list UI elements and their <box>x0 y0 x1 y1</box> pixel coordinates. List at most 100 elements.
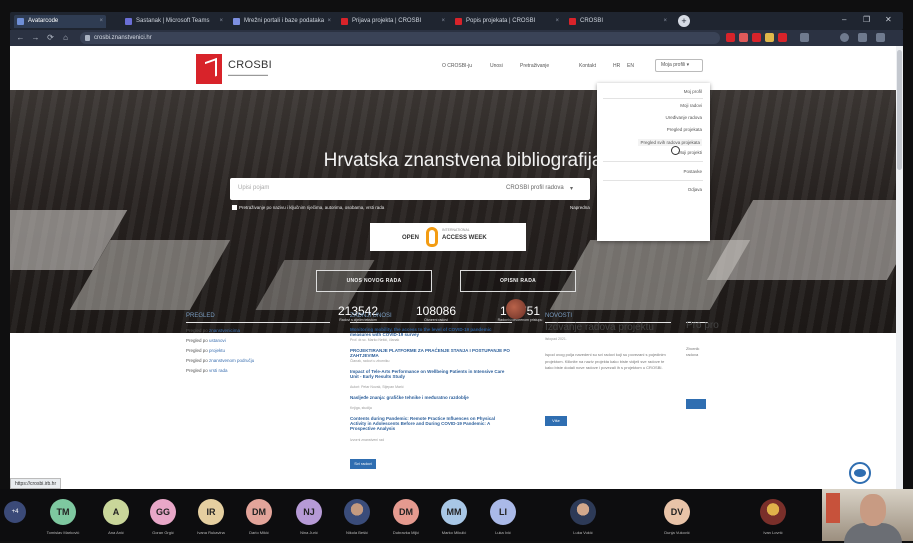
nav-item[interactable]: HR <box>613 63 620 69</box>
menu-item[interactable]: Moj profil <box>684 89 702 94</box>
mouse-cursor-icon <box>671 146 680 155</box>
extensions-puzzle-icon[interactable] <box>858 33 867 42</box>
menu-item[interactable]: Postavke <box>683 169 702 174</box>
participant-avatar[interactable]: TM <box>50 499 76 525</box>
side-card-button[interactable] <box>686 399 706 409</box>
nav-item[interactable]: O CROSBI-ju <box>442 63 472 69</box>
participant-name: Nina Jurić <box>300 530 318 535</box>
participant-photo[interactable] <box>570 499 596 525</box>
tab-close-icon[interactable]: × <box>99 15 103 28</box>
participant-name: Luka Ivić <box>495 530 511 535</box>
new-tab-icon[interactable]: + <box>678 15 690 27</box>
browser-tab[interactable]: CROSBI × <box>566 15 670 28</box>
section-divider <box>186 322 330 323</box>
new-entry-button[interactable]: UNOS NOVOG RADA <box>316 270 432 292</box>
tab-close-icon[interactable]: × <box>441 15 445 28</box>
nav-item[interactable]: Kontakt <box>579 63 596 69</box>
side-card-title[interactable]: Pro pro <box>686 320 719 332</box>
browse-link[interactable]: Pregled po projektu <box>186 348 225 353</box>
browse-link[interactable]: Pregled po znanstvenicima <box>186 328 240 333</box>
more-participants-button[interactable]: +4 <box>4 501 26 523</box>
participant-avatar[interactable]: DM <box>246 499 272 525</box>
participant-photo[interactable] <box>760 499 786 525</box>
browser-tab[interactable]: Prijava projekta | CROSBI × <box>338 15 448 28</box>
browser-tab[interactable]: Avatarcode × <box>14 15 106 28</box>
extension-icon[interactable] <box>752 33 761 42</box>
oa-open-text: OPEN <box>402 235 420 241</box>
browser-tab[interactable]: Sastanak | Microsoft Teams × <box>122 15 226 28</box>
nav-item[interactable]: Pretraživanje <box>520 63 549 69</box>
participant-avatar[interactable]: LI <box>490 499 516 525</box>
participant-avatar[interactable]: A <box>103 499 129 525</box>
menu-icon[interactable] <box>876 33 885 42</box>
forward-icon[interactable]: → <box>30 32 41 43</box>
search-hint[interactable]: Pretraživanje po nazivu i ključnim riječ… <box>232 205 384 211</box>
participant-photo[interactable] <box>344 499 370 525</box>
tab-close-icon[interactable]: × <box>663 15 667 28</box>
participant-avatar[interactable]: DM <box>393 499 419 525</box>
accessibility-icon[interactable] <box>849 462 871 484</box>
chevron-down-icon[interactable]: ▾ <box>570 185 573 192</box>
checkbox[interactable] <box>232 205 237 211</box>
menu-item[interactable]: Uređivanje radova <box>665 115 702 120</box>
close-window-icon[interactable]: ✕ <box>885 15 892 24</box>
search-scope-select[interactable]: CROSBI profil radova <box>506 185 564 191</box>
tab-close-icon[interactable]: × <box>555 15 559 28</box>
self-camera-preview[interactable] <box>822 489 913 543</box>
browse-link[interactable]: Pregled po ustanovi <box>186 338 226 343</box>
participant-name: Ivana Rukavina <box>197 530 225 535</box>
tab-close-icon[interactable]: × <box>327 15 331 28</box>
participant-avatar[interactable]: GG <box>150 499 176 525</box>
extension-icon[interactable] <box>739 33 748 42</box>
back-icon[interactable]: ← <box>15 32 26 43</box>
search-box: Upisi pojam CROSBI profil radova ▾ <box>230 178 590 200</box>
tab-favicon-icon <box>233 18 240 25</box>
globe-icon <box>506 299 526 319</box>
all-entries-button[interactable]: Svi radovi <box>350 459 376 469</box>
latest-entry-title[interactable]: Monitoring mobility, the access to the l… <box>350 327 512 337</box>
menu-item[interactable]: Odjava <box>688 187 702 192</box>
extension-icon[interactable] <box>800 33 809 42</box>
latest-entry-title[interactable]: Impact of Tele-Arts Performance on Wellb… <box>350 369 512 379</box>
scrollbar[interactable] <box>896 46 903 489</box>
crosbi-logo-icon[interactable] <box>196 54 222 84</box>
menu-item[interactable]: Pregled projekata <box>667 127 702 132</box>
reload-icon[interactable]: ⟳ <box>45 32 56 43</box>
address-bar[interactable]: crosbi.znanstvenici.hr <box>80 32 720 44</box>
latest-entry-title[interactable]: PROJEKTIRANJE PLATFORME ZA PRAĆENJE STAN… <box>350 348 512 358</box>
menu-item[interactable]: Moji radovi <box>680 103 702 108</box>
maximize-icon[interactable]: ❐ <box>863 15 870 24</box>
extension-icon[interactable] <box>778 33 787 42</box>
browse-link[interactable]: Pregled po znanstvenom području <box>186 358 254 363</box>
extension-icon[interactable] <box>726 33 735 42</box>
participant-name: Marko Mikulić <box>441 530 467 535</box>
latest-entry-title[interactable]: Contents during Pandemic: Remote Practic… <box>350 416 512 431</box>
browser-tab[interactable]: Popis projekata | CROSBI × <box>452 15 562 28</box>
user-menu-button[interactable]: Moja profili ▾ <box>655 59 703 72</box>
profile-icon[interactable] <box>840 33 849 42</box>
participant-avatar[interactable]: MM <box>441 499 467 525</box>
extension-icon[interactable] <box>765 33 774 42</box>
participant-avatar[interactable]: DV <box>664 499 690 525</box>
news-more-button[interactable]: Više <box>545 416 567 426</box>
advanced-search-link[interactable]: Napredna <box>570 205 590 210</box>
search-input[interactable]: Upisi pojam <box>238 185 269 191</box>
browser-tab[interactable]: Mrežni portali i baze podataka × <box>230 15 334 28</box>
home-icon[interactable]: ⌂ <box>60 32 71 43</box>
menu-item[interactable]: Moji projekti <box>678 150 702 155</box>
menu-item-highlighted[interactable]: Pregled svih radova projekata <box>638 139 702 146</box>
latest-entry-title[interactable]: Nasljeđe znanja: grafičke tehnike i među… <box>350 395 512 400</box>
participant-avatar[interactable]: IR <box>198 499 224 525</box>
scrollbar-thumb[interactable] <box>897 50 902 170</box>
participant-avatar[interactable]: NJ <box>296 499 322 525</box>
nav-item[interactable]: Unosi <box>490 63 503 69</box>
news-heading[interactable]: Izdvanje radova projektu <box>545 322 654 333</box>
minimize-icon[interactable]: – <box>842 15 846 24</box>
open-access-week-banner[interactable]: OPEN INTERNATIONAL ACCESS WEEK <box>370 223 526 251</box>
hero-bg-shape <box>706 200 896 280</box>
nav-item[interactable]: EN <box>627 63 634 69</box>
site-logo-text[interactable]: CROSBI <box>228 59 272 71</box>
tab-close-icon[interactable]: × <box>219 15 223 28</box>
browse-link[interactable]: Pregled po vrsti rada <box>186 368 228 373</box>
entry-details-button[interactable]: OPISNI RADA <box>460 270 576 292</box>
